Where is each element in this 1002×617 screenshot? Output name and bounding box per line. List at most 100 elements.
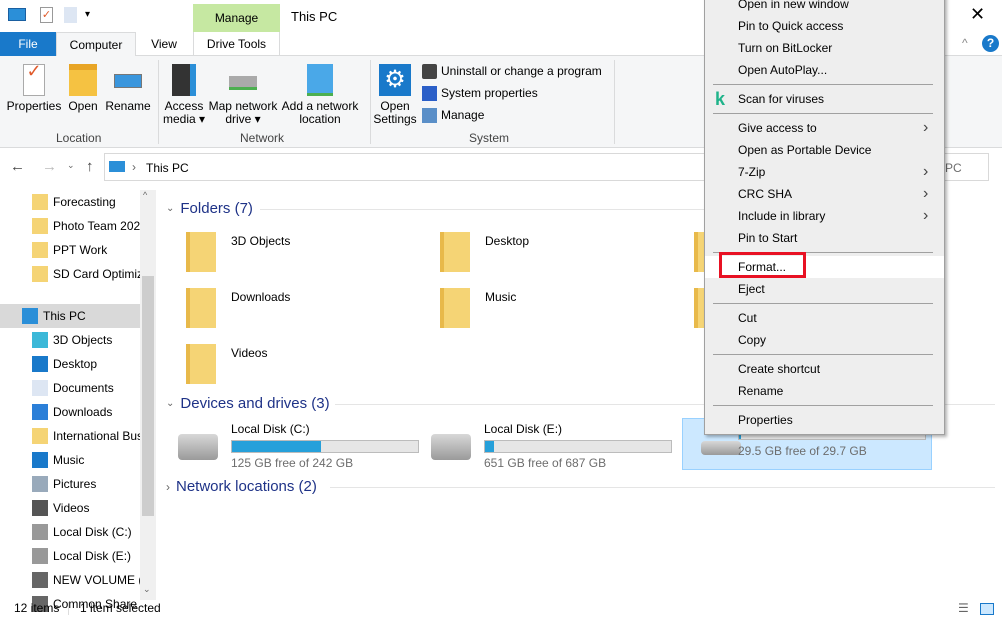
nav-item[interactable]: Local Disk (E:) [0,544,140,568]
nav-item[interactable]: SD Card Optimization [0,262,140,286]
nav-item[interactable]: 3D Objects [0,328,140,352]
nav-item[interactable]: Forecasting [0,190,140,214]
nav-scrollbar-thumb[interactable] [142,276,154,516]
nav-item[interactable]: Music [0,448,140,472]
menu-item-label: Scan for viruses [738,92,825,106]
details-view-icon[interactable]: ☰ [958,600,969,617]
nav-item[interactable]: PPT Work [0,238,140,262]
drive-c[interactable]: Local Disk (C:) 125 GB free of 242 GB [160,420,419,476]
computer-icon [8,8,26,21]
map-network-drive-button[interactable]: Map network drive ▾ [207,64,279,126]
computer-icon [22,308,38,324]
menu-item[interactable]: Pin to Quick access [705,15,944,37]
properties-icon: ✓ [23,62,45,96]
manage-button[interactable]: Manage [422,106,484,124]
desktop-folder-icon [440,232,470,272]
nav-item-label: Documents [53,381,114,395]
media-icon [172,64,196,96]
folder-3d-objects[interactable]: 3D Objects [160,230,410,282]
folder-music[interactable]: Music [414,286,664,338]
help-icon[interactable]: ? [982,35,999,52]
menu-item[interactable]: Open as Portable Device [705,139,944,161]
nav-item[interactable]: Local Disk (C:) [0,520,140,544]
menu-item[interactable]: Copy [705,329,944,351]
nav-item[interactable]: Photo Team 2022 [0,214,140,238]
menu-item[interactable]: Give access to › [705,117,944,139]
folders-section-header[interactable]: ⌄ Folders (7) [166,200,253,217]
properties-button[interactable]: ✓ Properties [6,62,62,113]
nav-item-label: International Business [53,429,140,443]
nav-item[interactable]: Videos [0,496,140,520]
tab-drive-tools[interactable]: Drive Tools [193,32,280,56]
menu-item[interactable]: Rename [705,380,944,402]
selection-count: 1 item selected [80,601,161,615]
collapse-ribbon-icon[interactable]: ^ [962,36,968,50]
menu-item[interactable]: Open in new window [705,0,944,15]
nav-item[interactable]: This PC [0,304,140,328]
item-count: 12 items [14,601,60,615]
nav-item[interactable]: Pictures [0,472,140,496]
nav-item[interactable]: International Business [0,424,140,448]
menu-item[interactable]: Eject [705,278,944,300]
menu-item[interactable]: 7-Zip › [705,161,944,183]
menu-item-label: Open in new window [738,0,849,11]
access-media-button[interactable]: Access media ▾ [162,64,206,126]
scroll-down-icon[interactable]: ⌄ [143,584,151,595]
rename-button[interactable]: Rename [104,64,152,113]
recent-locations-icon[interactable]: ⌄ [67,160,75,171]
folder-icon [694,232,704,272]
drive-usage-fill [485,441,495,452]
nav-item[interactable]: NEW VOLUME (F:) [0,568,140,592]
properties-quick-icon[interactable]: ✓ [40,7,53,23]
nav-item-label: Music [53,453,85,467]
close-icon[interactable]: ✕ [970,4,985,25]
menu-separator [713,84,933,85]
menu-item[interactable]: Turn on BitLocker [705,37,944,59]
nav-item-label: SD Card Optimization [53,267,140,281]
nav-item[interactable]: Desktop [0,352,140,376]
system-properties-button[interactable]: System properties [422,84,538,102]
folder-desktop[interactable]: Desktop [414,230,664,282]
forward-icon[interactable]: → [42,158,57,175]
menu-item[interactable]: Cut [705,307,944,329]
menu-item[interactable]: Include in library › [705,205,944,227]
open-settings-button[interactable]: ⚙ Open Settings [372,64,418,126]
nav-item[interactable]: Downloads [0,400,140,424]
menu-item[interactable]: Format... [705,252,944,278]
menu-item[interactable]: Properties [705,409,944,431]
network-location-icon [307,64,333,96]
menu-item-label: Turn on BitLocker [738,41,833,55]
new-folder-quick-icon[interactable] [64,7,77,23]
chevron-down-icon: ⌄ [166,398,175,409]
up-icon[interactable]: ↑ [86,158,94,175]
open-button[interactable]: Open [64,64,102,113]
manage-context-tab[interactable]: Manage [193,4,280,32]
network-section-header[interactable]: › Network locations (2) [166,478,317,495]
menu-item[interactable]: Open AutoPlay... [705,59,944,81]
search-input[interactable]: PC [945,161,962,175]
menu-item[interactable]: k Scan for viruses [705,88,944,110]
breadcrumb-this-pc[interactable]: This PC [146,161,189,175]
drive-e[interactable]: Local Disk (E:) 651 GB free of 687 GB [413,420,672,476]
nav-item[interactable]: Documents [0,376,140,400]
menu-item[interactable]: Create shortcut [705,358,944,380]
menu-item[interactable]: Pin to Start [705,227,944,249]
menu-item[interactable]: CRC SHA › [705,183,944,205]
scroll-up-icon[interactable]: ^ [143,190,147,200]
divider [614,60,615,144]
back-icon[interactable]: ← [10,158,25,175]
customize-quick-access-icon[interactable]: ▾ [85,9,90,20]
tab-computer[interactable]: Computer [56,32,136,56]
menu-item-label: Properties [738,413,793,427]
tab-file[interactable]: File [0,32,56,56]
menu-item-label: Cut [738,311,757,325]
divider [370,60,371,144]
folder-downloads[interactable]: Downloads [160,286,410,338]
large-icons-view-icon[interactable] [980,603,994,615]
uninstall-program-button[interactable]: Uninstall or change a program [422,62,602,80]
folder-videos[interactable]: Videos [160,342,410,394]
add-network-location-button[interactable]: Add a network location [280,64,360,126]
drives-section-header[interactable]: ⌄ Devices and drives (3) [166,395,330,412]
drive-usage-bar [484,440,672,453]
tab-view[interactable]: View [136,32,192,56]
